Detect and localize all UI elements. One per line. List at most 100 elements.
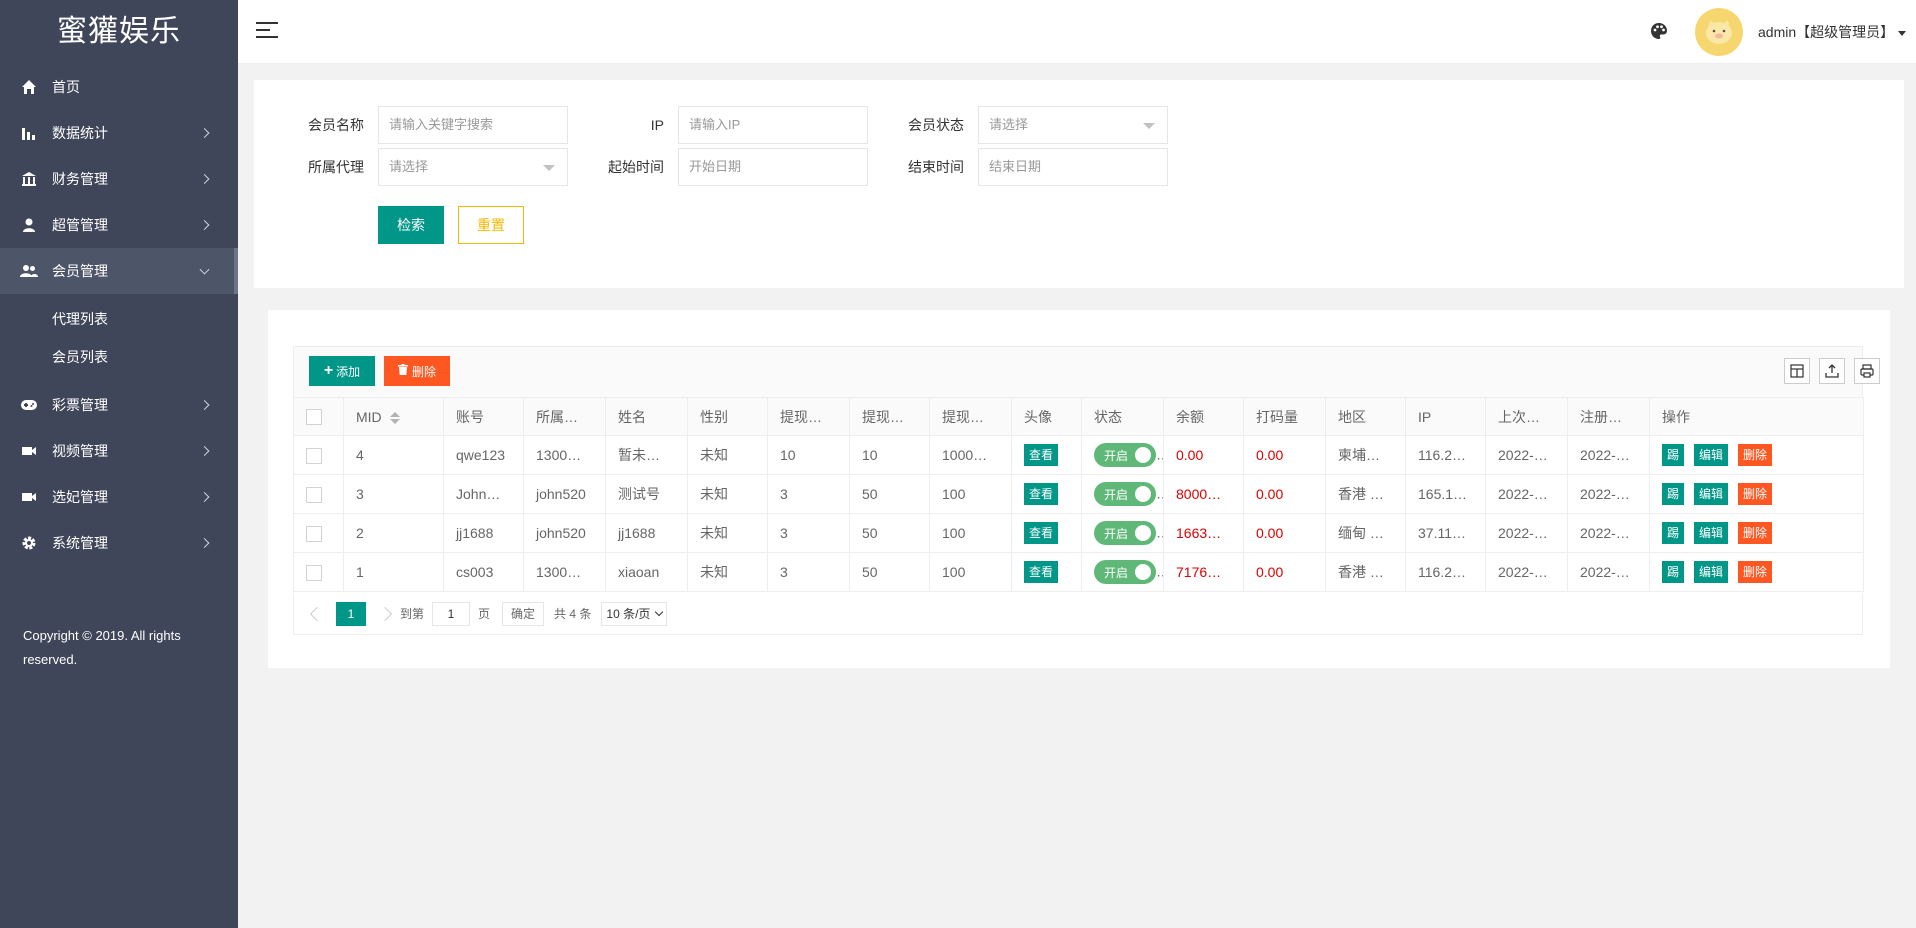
cell-last-login: 2022-… xyxy=(1485,513,1568,553)
status-toggle[interactable]: 开启 xyxy=(1094,560,1156,584)
user-menu[interactable]: admin【超级管理员】 xyxy=(1758,22,1907,42)
cell-status: 开启 xyxy=(1081,513,1164,553)
sidebar-menu-lower: 彩票管理 视频管理 选妃管理 系统管理 xyxy=(0,382,238,566)
edit-button[interactable]: 编辑 xyxy=(1694,483,1729,505)
sidebar-item-lottery[interactable]: 彩票管理 xyxy=(0,382,238,428)
sidebar-item-label: 系统管理 xyxy=(52,535,108,551)
cell-register: 2022-… xyxy=(1567,552,1650,592)
sidebar-item-concubine[interactable]: 选妃管理 xyxy=(0,474,238,520)
col-mid[interactable]: MID xyxy=(343,397,444,436)
next-page-icon[interactable] xyxy=(377,606,393,621)
delete-button[interactable]: 删除 xyxy=(384,356,450,386)
prev-page-icon[interactable] xyxy=(309,606,325,621)
edit-button[interactable]: 编辑 xyxy=(1694,444,1729,466)
cell-code: 0.00 xyxy=(1243,474,1326,514)
sidebar-item-system[interactable]: 系统管理 xyxy=(0,520,238,566)
agent-label: 所属代理 xyxy=(308,159,364,175)
gamepad-icon xyxy=(20,396,38,414)
view-avatar-button[interactable]: 查看 xyxy=(1024,522,1059,544)
kick-button[interactable]: 踢 xyxy=(1662,561,1685,583)
print-icon[interactable] xyxy=(1854,358,1880,384)
row-checkbox[interactable] xyxy=(306,525,322,542)
avatar[interactable] xyxy=(1695,8,1743,56)
submenu-item-agent-list[interactable]: 代理列表 xyxy=(0,300,238,338)
start-date-label: 起始时间 xyxy=(608,159,664,175)
cell-status: 开启 xyxy=(1081,474,1164,514)
view-avatar-button[interactable]: 查看 xyxy=(1024,444,1059,466)
page-1-button[interactable]: 1 xyxy=(336,601,366,626)
status-toggle[interactable]: 开启 xyxy=(1094,482,1156,506)
cell-register: 2022-… xyxy=(1567,513,1650,553)
sidebar-item-finance[interactable]: 财务管理 xyxy=(0,156,238,202)
member-name-label: 会员名称 xyxy=(308,117,364,133)
end-date-input[interactable]: 结束日期 xyxy=(978,148,1168,186)
cell-mid: 2 xyxy=(343,513,444,553)
delete-row-button[interactable]: 删除 xyxy=(1738,483,1773,505)
cell-avatar: 查看 xyxy=(1011,435,1082,475)
cell-mid: 1 xyxy=(343,552,444,592)
view-avatar-button[interactable]: 查看 xyxy=(1024,561,1059,583)
delete-row-button[interactable]: 删除 xyxy=(1738,561,1773,583)
sidebar-item-video[interactable]: 视频管理 xyxy=(0,428,238,474)
cell-balance: 1663… xyxy=(1163,513,1244,553)
sidebar-item-stats[interactable]: 数据统计 xyxy=(0,110,238,156)
cell-region: 香港 … xyxy=(1325,552,1406,592)
page-size-select[interactable]: 10 条/页 xyxy=(601,601,668,626)
cell-agent: john520 xyxy=(523,513,606,553)
sidebar: 蜜獾娱乐 首页 数据统计 财务管理 超管管理 会员管理 代理列表 会员列表 彩票… xyxy=(0,0,238,928)
table-toolbar: + 添加 删除 xyxy=(293,346,1880,398)
home-icon xyxy=(20,78,38,96)
row-checkbox[interactable] xyxy=(306,564,322,581)
sidebar-item-home[interactable]: 首页 xyxy=(0,64,238,110)
member-status-select[interactable]: 请选择 xyxy=(978,106,1168,144)
select-all-checkbox[interactable] xyxy=(306,409,322,426)
cell-mid: 4 xyxy=(343,435,444,475)
kick-button[interactable]: 踢 xyxy=(1662,522,1685,544)
sidebar-item-admins[interactable]: 超管管理 xyxy=(0,202,238,248)
table-row: 4 qwe123 1300… 暂未… 未知 10 10 1000… 查看 开启 0.00 0.00 柬埔… xyxy=(293,435,1864,475)
view-avatar-button[interactable]: 查看 xyxy=(1024,483,1059,505)
bar-chart-icon xyxy=(20,124,38,142)
search-button[interactable]: 检索 xyxy=(378,206,444,244)
export-icon[interactable] xyxy=(1819,358,1845,384)
row-select-cell xyxy=(293,435,344,475)
menu-toggle-icon[interactable] xyxy=(256,22,278,40)
kick-button[interactable]: 踢 xyxy=(1662,444,1685,466)
goto-page-input[interactable]: 1 xyxy=(432,601,471,626)
cell-actions: 踢编辑 删除 xyxy=(1649,552,1864,592)
ip-input[interactable]: 请输入IP xyxy=(678,106,868,144)
agent-select[interactable]: 请选择 xyxy=(378,148,568,186)
delete-row-button[interactable]: 删除 xyxy=(1738,444,1773,466)
status-toggle[interactable]: 开启 xyxy=(1094,521,1156,545)
sidebar-menu: 首页 数据统计 财务管理 超管管理 会员管理 xyxy=(0,64,238,294)
delete-button-label: 删除 xyxy=(411,364,436,379)
cell-avatar: 查看 xyxy=(1011,513,1082,553)
col-balance: 余额 xyxy=(1163,397,1244,436)
table-row: 2 jj1688 john520 jj1688 未知 3 50 100 查看 开启 1663… 0.0… xyxy=(293,513,1864,553)
member-name-input[interactable]: 请输入关键字搜索 xyxy=(378,106,568,144)
row-checkbox[interactable] xyxy=(306,447,322,464)
submenu-item-member-list[interactable]: 会员列表 xyxy=(0,338,238,376)
ip-label: IP xyxy=(650,117,664,133)
cell-code: 0.00 xyxy=(1243,513,1326,553)
cell-w2: 10 xyxy=(849,435,930,475)
palette-icon[interactable] xyxy=(1650,22,1668,40)
start-date-input[interactable]: 开始日期 xyxy=(678,148,868,186)
edit-button[interactable]: 编辑 xyxy=(1694,561,1729,583)
columns-filter-icon[interactable] xyxy=(1784,358,1810,384)
edit-button[interactable]: 编辑 xyxy=(1694,522,1729,544)
delete-row-button[interactable]: 删除 xyxy=(1738,522,1773,544)
goto-confirm-button[interactable]: 确定 xyxy=(502,601,545,626)
total-count: 共 4 条 xyxy=(554,607,592,621)
sort-icon[interactable] xyxy=(389,411,400,424)
chevron-right-icon xyxy=(199,174,210,184)
cell-ip: 37.11… xyxy=(1405,513,1486,553)
sidebar-item-members[interactable]: 会员管理 xyxy=(0,248,238,294)
kick-button[interactable]: 踢 xyxy=(1662,483,1685,505)
row-checkbox[interactable] xyxy=(306,486,322,503)
reset-button[interactable]: 重置 xyxy=(458,206,524,244)
cell-w2: 50 xyxy=(849,513,930,553)
status-toggle[interactable]: 开启 xyxy=(1094,443,1156,467)
add-button[interactable]: + 添加 xyxy=(309,356,375,386)
member-table: MID 账号 所属… 姓名 性别 提现… 提现… 提现… 头像 状态 余额 打码… xyxy=(293,397,1864,592)
